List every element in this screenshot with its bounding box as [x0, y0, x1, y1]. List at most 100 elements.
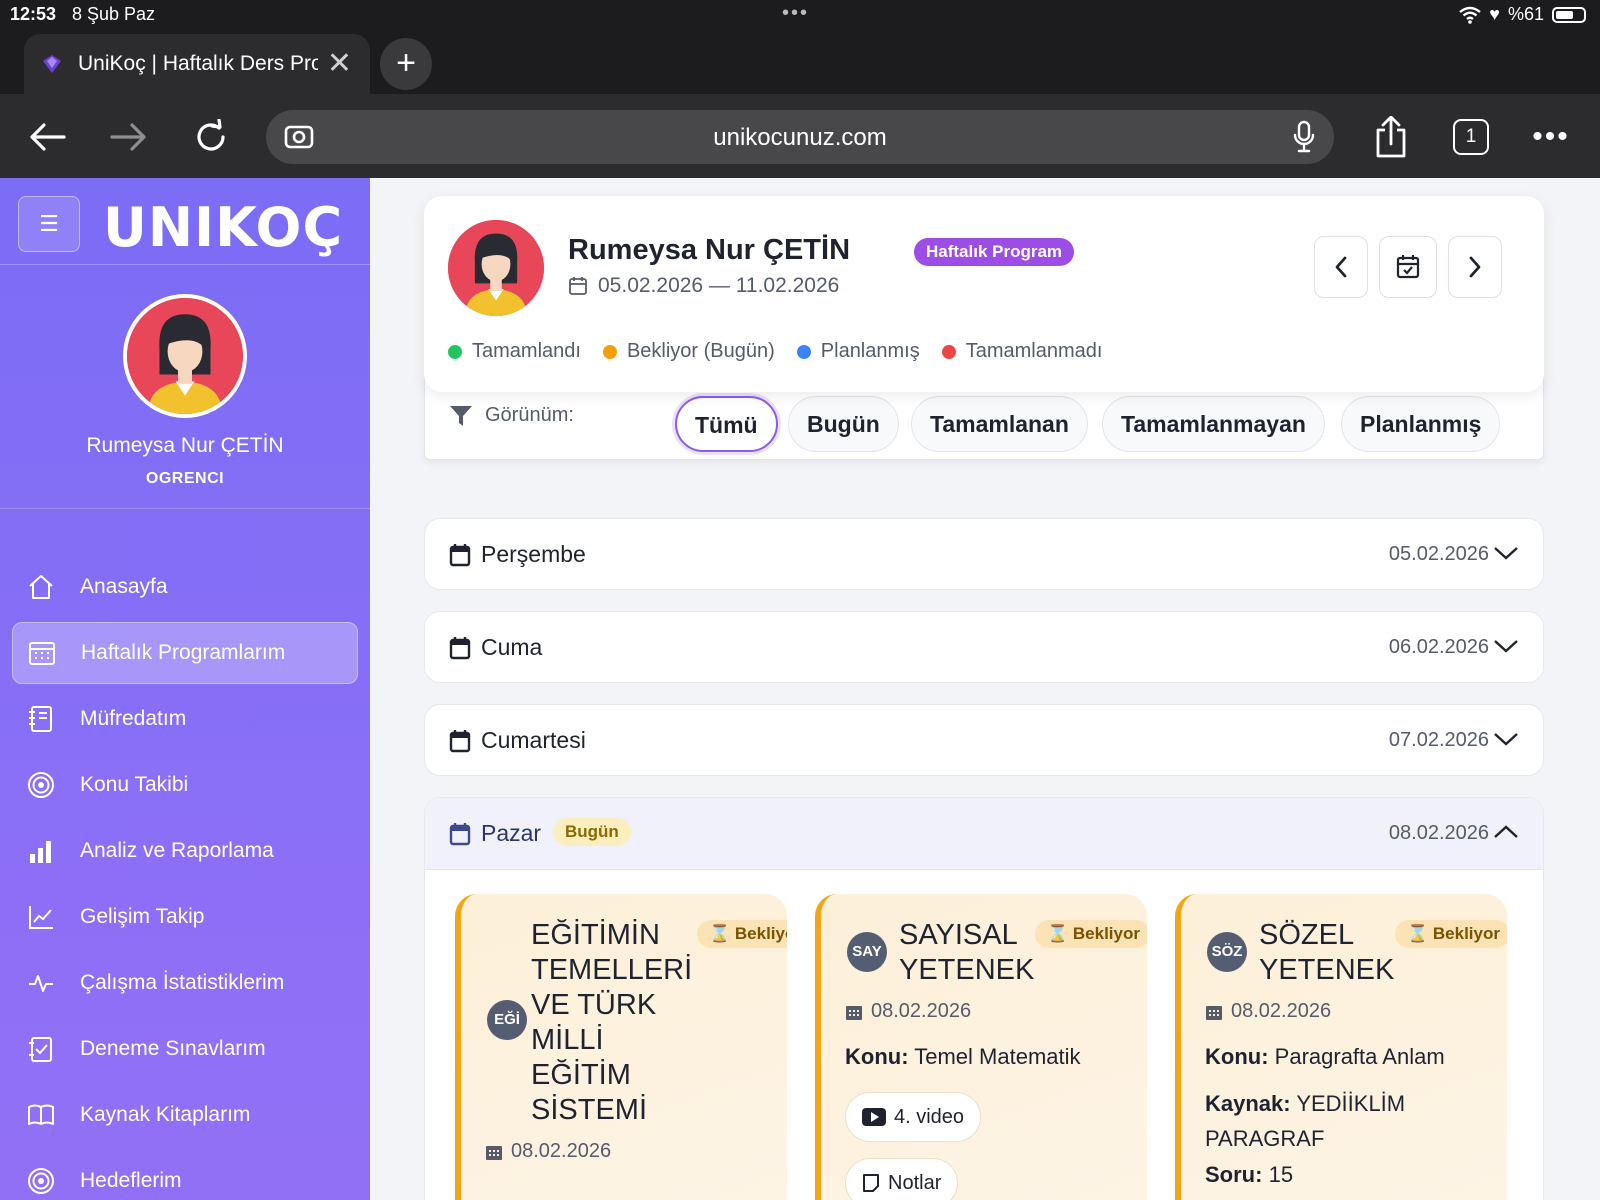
chevron-left-icon: [1335, 256, 1347, 278]
battery-icon: [1552, 6, 1586, 23]
legend-dot: [796, 344, 811, 359]
chevron-down-icon: [1494, 640, 1518, 653]
status-date: 8 Şub Paz: [72, 4, 156, 24]
menu-toggle-button[interactable]: ☰: [18, 196, 80, 252]
legend-item: Bekliyor (Bugün): [602, 340, 775, 363]
legend-label: Bekliyor (Bugün): [626, 340, 775, 362]
avatar: [448, 220, 544, 316]
new-tab-button[interactable]: +: [380, 38, 432, 90]
share-icon: [1376, 116, 1406, 158]
legend-item: Tamamlanmadı: [941, 340, 1103, 363]
topic-value: Temel Matematik: [914, 1044, 1081, 1069]
previous-week-button[interactable]: [1314, 236, 1368, 298]
task-title-line: SİSTEMİ: [531, 1094, 648, 1126]
status-text: Bekliyor: [1432, 924, 1500, 943]
task-title-line: YETENEK: [899, 954, 1035, 986]
chevron-down-icon: [1494, 547, 1518, 560]
this-week-button[interactable]: [1379, 236, 1437, 298]
filter-tumu-button[interactable]: Tümü: [675, 396, 778, 452]
tabs-overview-button[interactable]: 1: [1446, 112, 1496, 162]
questions-value: 15: [1268, 1162, 1294, 1187]
day-name: Perşembe: [481, 541, 586, 567]
filter-tamamlanmayan-button[interactable]: Tamamlanmayan: [1102, 396, 1325, 452]
female-user-icon: [448, 220, 544, 316]
microphone-icon[interactable]: [1292, 120, 1316, 154]
filter-tamamlanan-button[interactable]: Tamamlanan: [911, 396, 1088, 452]
day-row-cuma[interactable]: Cuma 06.02.2026: [424, 611, 1544, 683]
avatar: [123, 294, 247, 418]
more-menu-button[interactable]: •••: [1526, 112, 1576, 162]
sidebar-user-role: OGRENCI: [145, 470, 225, 487]
status-badge: ⌛ Bekliyor: [1035, 920, 1147, 948]
sidebar-item-label: Hedeflerim: [80, 1169, 182, 1192]
task-title-line: VE TÜRK: [531, 989, 657, 1021]
sidebar-item-anasayfa[interactable]: Anasayfa: [12, 556, 358, 618]
task-card[interactable]: SAY SAYISAL YETENEK ⌛ Bekliyor 08.02.202…: [815, 894, 1147, 1200]
sidebar-item-calisma-istatistiklerim[interactable]: Çalışma İstatistiklerim: [12, 952, 358, 1014]
status-text: Bekliyor: [734, 924, 787, 943]
logo[interactable]: UNIKOÇ: [103, 196, 343, 259]
browser-tab-strip: UniKoç | Haftalık Ders Programı ✕ +: [0, 30, 1600, 94]
filter-bugun-button[interactable]: Bugün: [788, 396, 899, 452]
calendar-icon: [449, 823, 471, 846]
share-button[interactable]: [1366, 112, 1416, 162]
sidebar-item-konu-takibi[interactable]: Konu Takibi: [12, 754, 358, 816]
task-card[interactable]: SÖZ SÖZEL YETENEK ⌛ Bekliyor 08.02.2026 …: [1175, 894, 1507, 1200]
day-row-persembe[interactable]: Perşembe 05.02.2026: [424, 518, 1544, 590]
task-questions: Soru: 15: [1205, 1162, 1293, 1188]
task-source: Kaynak: YEDİİKLİM PARAGRAF: [1205, 1086, 1405, 1156]
note-icon: [863, 1174, 879, 1192]
tab-count-icon: 1: [1453, 119, 1489, 155]
calendar-icon: [449, 637, 471, 660]
sidebar-item-hedeflerim[interactable]: Hedeflerim: [12, 1150, 358, 1200]
source-value: YEDİİKLİM: [1296, 1091, 1406, 1116]
sidebar-item-gelisim-takip[interactable]: Gelişim Takip: [12, 886, 358, 948]
video-chip[interactable]: 4. video: [845, 1092, 982, 1142]
address-bar[interactable]: unikocunuz.com: [266, 110, 1334, 164]
hourglass-icon: ⌛: [1047, 924, 1073, 943]
sidebar-item-kaynak-kitaplarim[interactable]: Kaynak Kitaplarım: [12, 1084, 358, 1146]
home-icon: [26, 572, 56, 602]
status-legend: Tamamlandı Bekliyor (Bugün) Planlanmış T…: [448, 340, 1102, 363]
legend-label: Tamamlanmadı: [965, 340, 1103, 362]
sidebar-nav: Anasayfa Haftalık Programlarım Müfredatı…: [12, 556, 358, 1200]
day-row-cumartesi[interactable]: Cumartesi 07.02.2026: [424, 704, 1544, 776]
task-date: 08.02.2026: [485, 1140, 611, 1163]
legend-dot: [941, 344, 956, 359]
calendar-check-icon: [1396, 255, 1420, 279]
task-title-line: SAYISAL: [899, 919, 1018, 951]
task-title-line: MİLLİ: [531, 1024, 604, 1056]
legend-item: Tamamlandı: [448, 340, 581, 363]
day-date: 06.02.2026: [1388, 636, 1489, 658]
date-range-text: 05.02.2026 — 11.02.2026: [598, 274, 840, 297]
sidebar-item-analiz-ve-raporlama[interactable]: Analiz ve Raporlama: [12, 820, 358, 882]
forward-button[interactable]: [104, 112, 154, 162]
status-text: Bekliyor: [1072, 924, 1140, 943]
multitask-dots-icon[interactable]: •••: [782, 2, 809, 25]
close-tab-icon[interactable]: ✕: [327, 46, 352, 81]
wifi-icon: [1459, 6, 1482, 24]
program-badge: Haftalık Program: [914, 238, 1075, 266]
legend-item: Planlanmış: [796, 340, 920, 363]
sidebar-item-label: Anasayfa: [80, 575, 168, 598]
task-card[interactable]: EĞİ EĞİTİMİN TEMELLERİ VE TÜRK MİLLİ EĞİ…: [455, 894, 787, 1200]
reload-button[interactable]: [186, 112, 236, 162]
sidebar-item-label: Deneme Sınavlarım: [80, 1037, 266, 1060]
filter-planlanmis-button[interactable]: Planlanmış: [1341, 396, 1501, 452]
sidebar-item-label: Haftalık Programlarım: [81, 641, 286, 664]
day-name: Pazar: [481, 820, 542, 846]
sidebar-item-mufredatim[interactable]: Müfredatım: [12, 688, 358, 750]
next-week-button[interactable]: [1448, 236, 1502, 298]
filter-icon: [450, 405, 472, 426]
day-date: 08.02.2026: [1388, 822, 1489, 844]
notes-chip[interactable]: Notlar: [845, 1158, 959, 1200]
calendar-icon: [846, 1005, 862, 1020]
day-name: Cuma: [481, 634, 543, 660]
sidebar-item-deneme-sinavlarim[interactable]: Deneme Sınavlarım: [12, 1018, 358, 1080]
browser-tab[interactable]: UniKoç | Haftalık Ders Programı ✕: [24, 34, 370, 94]
sidebar-item-haftalik-programlarim[interactable]: Haftalık Programlarım: [12, 622, 358, 684]
back-button[interactable]: [22, 112, 72, 162]
day-header[interactable]: Pazar Bugün 08.02.2026: [425, 798, 1543, 870]
task-date: 08.02.2026: [1205, 1000, 1331, 1023]
browser-toolbar: unikocunuz.com 1 •••: [0, 94, 1600, 178]
